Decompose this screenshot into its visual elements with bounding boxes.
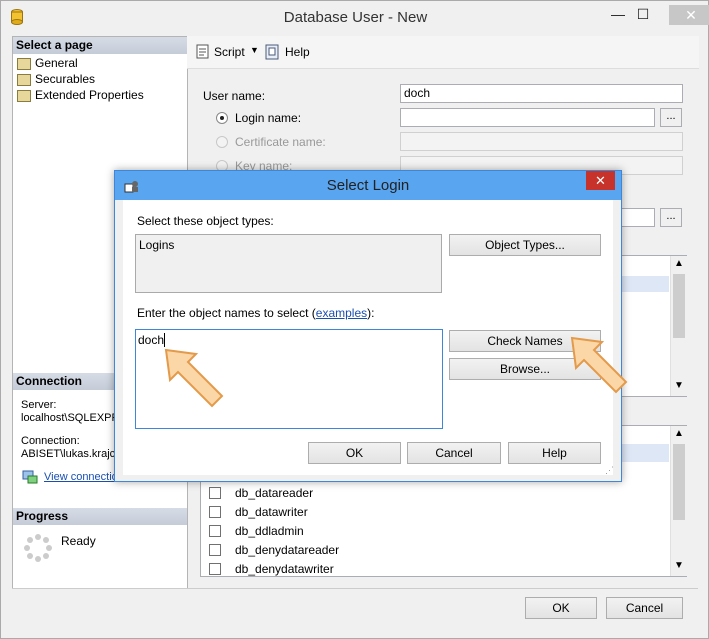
- server-value: localhost\SQLEXPR: [21, 412, 120, 424]
- page-icon: [17, 89, 31, 102]
- dialog-title: Select Login: [326, 177, 410, 194]
- user-name-input[interactable]: doch: [400, 84, 683, 103]
- login-name-input[interactable]: [400, 108, 655, 127]
- arrow-icon: [570, 336, 628, 394]
- role-checkbox[interactable]: [209, 525, 221, 537]
- role-item-label: db_datareader: [235, 486, 314, 500]
- dialog-body: Select these object types: Logins Object…: [123, 200, 613, 475]
- user-name-label: User name:: [203, 89, 266, 103]
- dialog-close-button[interactable]: ✕: [586, 171, 615, 190]
- object-types-label: Select these object types:: [137, 214, 274, 228]
- script-icon: [196, 44, 209, 59]
- script-dropdown-icon[interactable]: ▼: [250, 45, 259, 55]
- resize-grip-icon[interactable]: ⋰: [605, 465, 614, 476]
- help-icon: [265, 44, 279, 60]
- enter-names-label: Enter the object names to select (exampl…: [137, 306, 375, 320]
- page-item-extended-properties[interactable]: Extended Properties: [17, 87, 144, 103]
- role-item-label: db_datawriter: [235, 505, 308, 519]
- role-checkbox[interactable]: [209, 544, 221, 556]
- default-schema-input[interactable]: [621, 208, 655, 227]
- dialog-ok-button[interactable]: OK: [308, 442, 401, 464]
- login-name-label: Login name:: [235, 111, 302, 125]
- scroll-down-icon[interactable]: ▼: [674, 560, 684, 571]
- arrow-icon: [164, 348, 224, 408]
- examples-link[interactable]: examples: [316, 306, 367, 320]
- dialog-cancel-button[interactable]: Cancel: [407, 442, 501, 464]
- view-connection-link[interactable]: View connectio: [44, 471, 118, 483]
- object-types-box: Logins: [135, 234, 442, 293]
- title-bar: Database User - New — ☐ ✕: [1, 1, 709, 35]
- page-item-general[interactable]: General: [17, 55, 78, 71]
- progress-spinner-icon: [24, 534, 52, 562]
- page-icon: [17, 57, 31, 70]
- role-checkbox[interactable]: [209, 563, 221, 575]
- default-schema-browse-button[interactable]: ...: [660, 208, 682, 227]
- role-checkbox[interactable]: [209, 506, 221, 518]
- scroll-up-icon[interactable]: ▲: [674, 258, 684, 269]
- role-checkbox[interactable]: [209, 487, 221, 499]
- role-item-label: db_denydatareader: [235, 543, 340, 557]
- certificate-name-label: Certificate name:: [235, 135, 326, 149]
- select-login-dialog: Select Login ✕ Select these object types…: [114, 170, 622, 482]
- page-item-securables[interactable]: Securables: [17, 71, 95, 87]
- owned-schemas-scrollbar[interactable]: ▲ ▼: [670, 256, 687, 396]
- progress-header: Progress: [13, 508, 187, 525]
- select-page-header: Select a page: [13, 37, 187, 54]
- cancel-button[interactable]: Cancel: [606, 597, 683, 619]
- server-label: Server:: [21, 399, 57, 411]
- scroll-thumb[interactable]: [673, 444, 685, 520]
- scroll-up-icon[interactable]: ▲: [674, 428, 684, 439]
- ok-button[interactable]: OK: [525, 597, 597, 619]
- object-types-value: Logins: [139, 238, 175, 252]
- script-button[interactable]: Script: [214, 45, 245, 59]
- close-button[interactable]: ✕: [669, 5, 709, 25]
- certificate-name-input: [400, 132, 683, 151]
- connection-value: ABISET\lukas.krajc: [21, 448, 116, 460]
- page-icon: [17, 73, 31, 86]
- connection-label: Connection:: [21, 435, 80, 447]
- role-item-label: db_ddladmin: [235, 524, 304, 538]
- login-name-browse-button[interactable]: ...: [660, 108, 682, 127]
- role-list-scrollbar[interactable]: ▲ ▼: [670, 426, 687, 576]
- view-connection-icon: [22, 470, 38, 484]
- progress-status: Ready: [61, 534, 96, 548]
- dialog-title-bar: Select Login ✕: [115, 171, 621, 200]
- dialog-help-button[interactable]: Help: [508, 442, 601, 464]
- scroll-down-icon[interactable]: ▼: [674, 380, 684, 391]
- object-types-button[interactable]: Object Types...: [449, 234, 601, 256]
- certificate-name-radio[interactable]: [216, 136, 228, 148]
- scroll-thumb[interactable]: [673, 274, 685, 338]
- toolbar: Script ▼ Help: [187, 36, 699, 69]
- list-item[interactable]: [622, 276, 669, 292]
- maximize-button[interactable]: ☐: [628, 3, 658, 25]
- help-button[interactable]: Help: [285, 45, 310, 59]
- footer-divider: [12, 588, 698, 589]
- role-item-label: db_denydatawriter: [235, 562, 334, 576]
- login-name-radio[interactable]: [216, 112, 228, 124]
